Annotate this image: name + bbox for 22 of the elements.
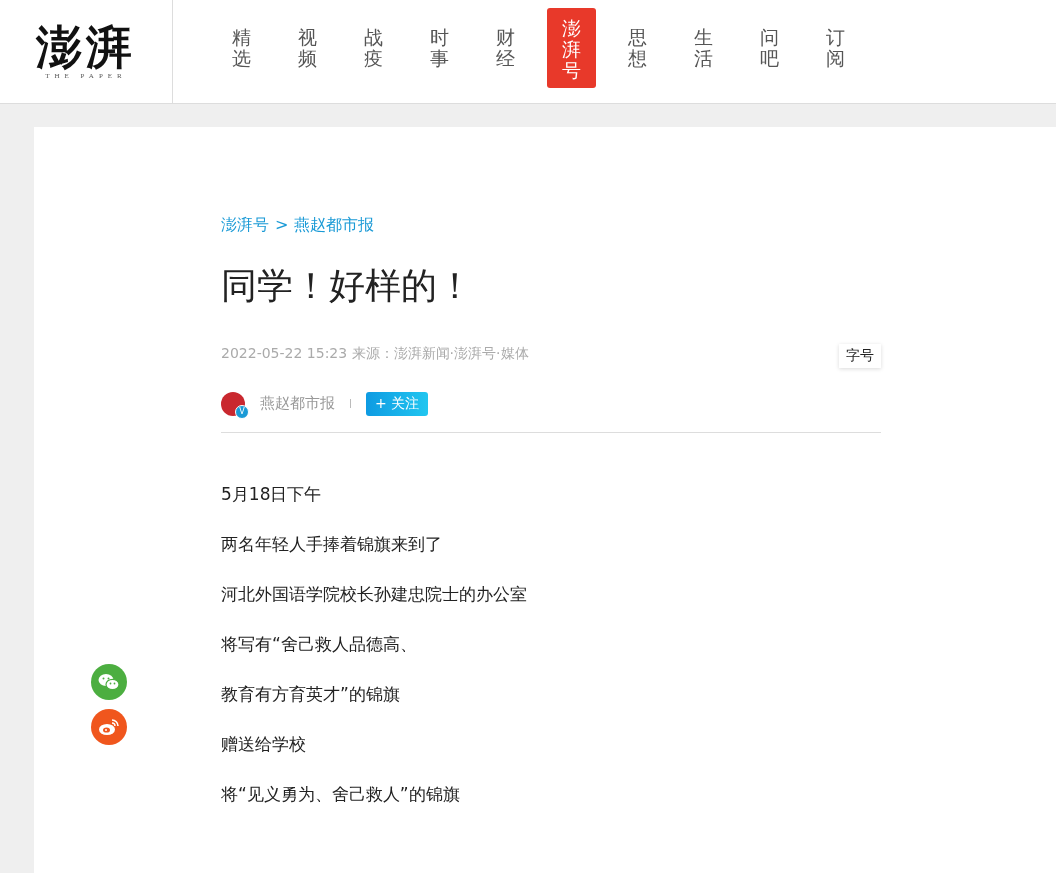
- article-meta: 2022-05-22 15:23 来源：澎湃新闻·澎湃号·媒体: [221, 344, 529, 363]
- article-title: 同学！好样的！: [221, 264, 474, 308]
- nav-tab[interactable]: 精选: [217, 8, 266, 88]
- article-paragraph: 将写有“舍己救人品德高、: [221, 632, 418, 656]
- nav-tab[interactable]: 生活: [679, 8, 728, 88]
- verified-badge: V: [235, 404, 249, 419]
- nav-tab[interactable]: 订阅: [811, 8, 860, 88]
- breadcrumb-separator: >: [275, 215, 289, 236]
- nav-tab[interactable]: 澎湃号: [547, 8, 596, 88]
- article-paragraph: 两名年轻人手捧着锦旗来到了: [221, 532, 443, 556]
- nav-tab[interactable]: 财经: [481, 8, 530, 88]
- font-size-button[interactable]: 字号: [839, 343, 881, 368]
- article-paragraph: 河北外国语学院校长孙建忠院士的办公室: [221, 582, 528, 606]
- article-paragraph: 教育有方育英才”的锦旗: [221, 682, 401, 706]
- article-paragraph: 将“见义勇为、舍己救人”的锦旗: [221, 782, 461, 806]
- nav-tab[interactable]: 视频: [283, 8, 332, 88]
- nav-tab[interactable]: 思想: [613, 8, 662, 88]
- nav-tab[interactable]: 战疫: [349, 8, 398, 88]
- nav-tab[interactable]: 时事: [415, 8, 464, 88]
- article-paragraph: 5月18日下午: [221, 482, 323, 506]
- nav-tab[interactable]: 问吧: [745, 8, 794, 88]
- article-paragraph: 赠送给学校: [221, 732, 307, 756]
